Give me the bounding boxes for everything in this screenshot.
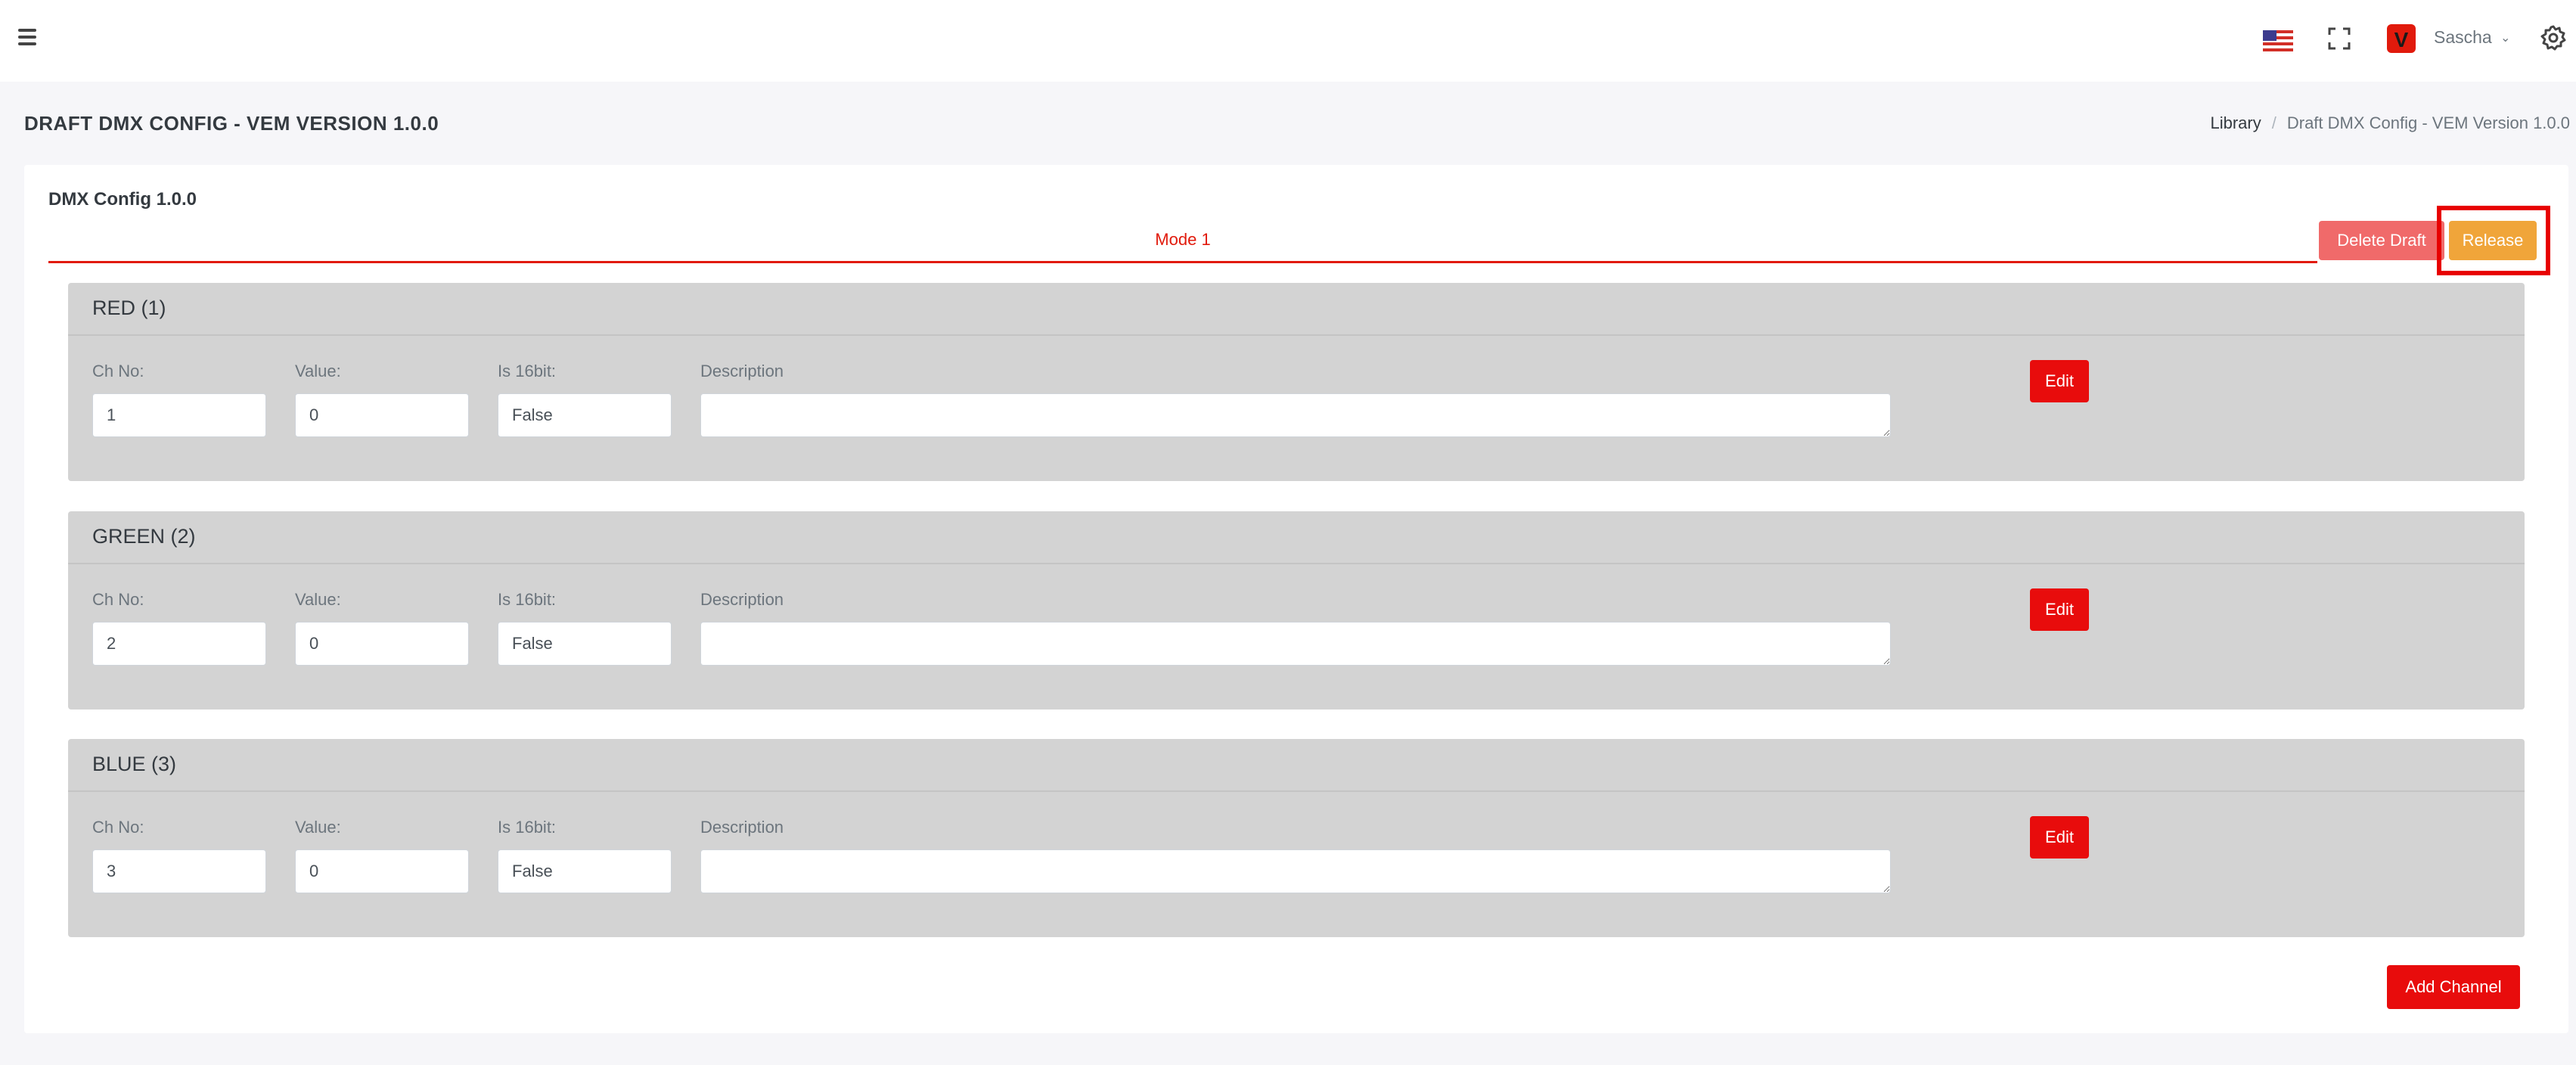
value-input[interactable] xyxy=(295,393,469,437)
avatar[interactable]: V xyxy=(2387,24,2416,53)
page-title: DRAFT DMX CONFIG - VEM VERSION 1.0.0 xyxy=(24,112,439,135)
value-label: Value: xyxy=(295,818,341,837)
breadcrumb-current: Draft DMX Config - VEM Version 1.0.0 xyxy=(2286,113,2570,132)
card-title: DMX Config 1.0.0 xyxy=(48,189,197,210)
ch-no-label: Ch No: xyxy=(92,590,144,609)
svg-text:V: V xyxy=(2394,28,2409,51)
is16bit-input[interactable] xyxy=(498,393,672,437)
chevron-down-icon[interactable]: ⌄ xyxy=(2500,30,2510,45)
avatar-logo-icon: V xyxy=(2394,28,2409,51)
ch-no-input[interactable] xyxy=(92,393,266,437)
breadcrumb: Library / Draft DMX Config - VEM Version… xyxy=(2210,113,2570,133)
description-label: Description xyxy=(700,362,784,380)
value-label: Value: xyxy=(295,362,341,380)
hamburger-menu-icon[interactable] xyxy=(18,29,36,45)
edit-button[interactable]: Edit xyxy=(2030,360,2089,402)
description-label: Description xyxy=(700,590,784,609)
add-channel-button[interactable]: Add Channel xyxy=(2387,965,2520,1009)
is16bit-label: Is 16bit: xyxy=(498,590,557,609)
edit-button[interactable]: Edit xyxy=(2030,588,2089,631)
channel-header: BLUE (3) xyxy=(68,739,2525,792)
value-input[interactable] xyxy=(295,622,469,666)
channel-header: RED (1) xyxy=(68,283,2525,336)
top-navbar: V Sascha ⌄ xyxy=(0,0,2576,82)
channel-header: GREEN (2) xyxy=(68,511,2525,564)
edit-button[interactable]: Edit xyxy=(2030,816,2089,859)
is16bit-label: Is 16bit: xyxy=(498,362,557,380)
is16bit-input[interactable] xyxy=(498,849,672,893)
channel-panel: BLUE (3) Ch No: Value: Is 16bit: Descrip… xyxy=(68,739,2525,937)
is16bit-label: Is 16bit: xyxy=(498,818,557,837)
tab-label[interactable]: Mode 1 xyxy=(48,230,2317,250)
tab-mode-1[interactable]: Mode 1 xyxy=(48,224,2317,263)
description-input[interactable] xyxy=(700,622,1891,666)
value-label: Value: xyxy=(295,590,341,609)
release-button[interactable]: Release xyxy=(2449,221,2537,260)
user-name[interactable]: Sascha xyxy=(2434,27,2492,48)
description-input[interactable] xyxy=(700,393,1891,437)
us-flag-icon[interactable] xyxy=(2263,30,2293,51)
breadcrumb-separator: / xyxy=(2271,113,2277,132)
ch-no-input[interactable] xyxy=(92,622,266,666)
ch-no-label: Ch No: xyxy=(92,362,144,380)
ch-no-input[interactable] xyxy=(92,849,266,893)
channel-panel: RED (1) Ch No: Value: Is 16bit: Descript… xyxy=(68,283,2525,481)
gear-icon[interactable] xyxy=(2540,24,2567,51)
value-input[interactable] xyxy=(295,849,469,893)
description-label: Description xyxy=(700,818,784,837)
fullscreen-icon[interactable] xyxy=(2328,27,2351,50)
description-input[interactable] xyxy=(700,849,1891,893)
is16bit-input[interactable] xyxy=(498,622,672,666)
breadcrumb-library-link[interactable]: Library xyxy=(2210,113,2261,133)
delete-draft-button[interactable]: Delete Draft xyxy=(2319,221,2444,260)
ch-no-label: Ch No: xyxy=(92,818,144,837)
channel-panel: GREEN (2) Ch No: Value: Is 16bit: Descri… xyxy=(68,511,2525,709)
